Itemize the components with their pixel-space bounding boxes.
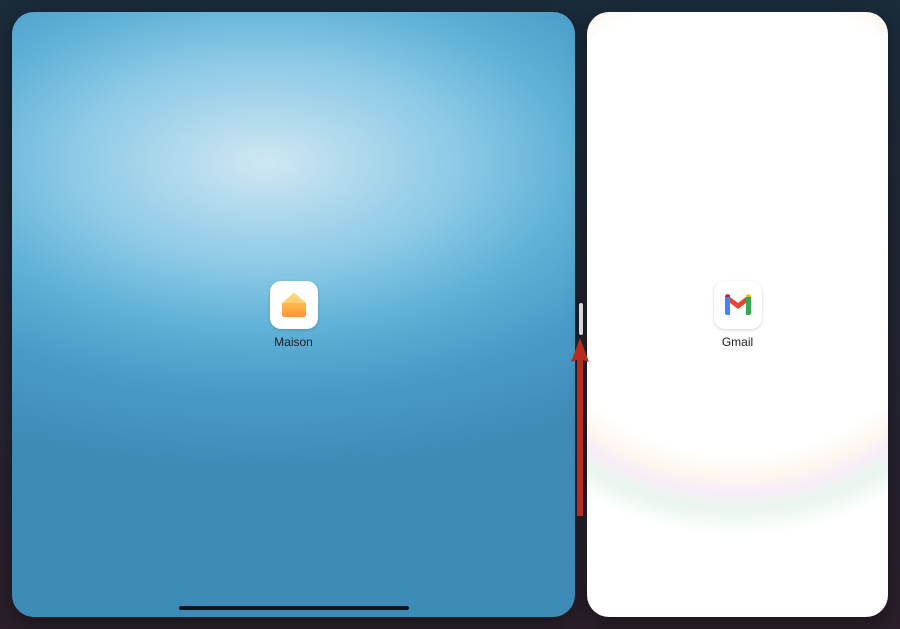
app-right: Gmail bbox=[714, 281, 762, 349]
app-left-label: Maison bbox=[274, 335, 313, 349]
split-view-right-app[interactable]: Gmail bbox=[587, 12, 888, 617]
app-left: Maison bbox=[270, 281, 318, 349]
home-indicator[interactable] bbox=[179, 606, 409, 610]
split-view-divider-handle[interactable] bbox=[579, 303, 583, 335]
split-view-left-app[interactable]: Maison bbox=[12, 12, 575, 617]
gmail-icon bbox=[714, 281, 762, 329]
home-icon bbox=[270, 281, 318, 329]
app-right-label: Gmail bbox=[722, 335, 753, 349]
